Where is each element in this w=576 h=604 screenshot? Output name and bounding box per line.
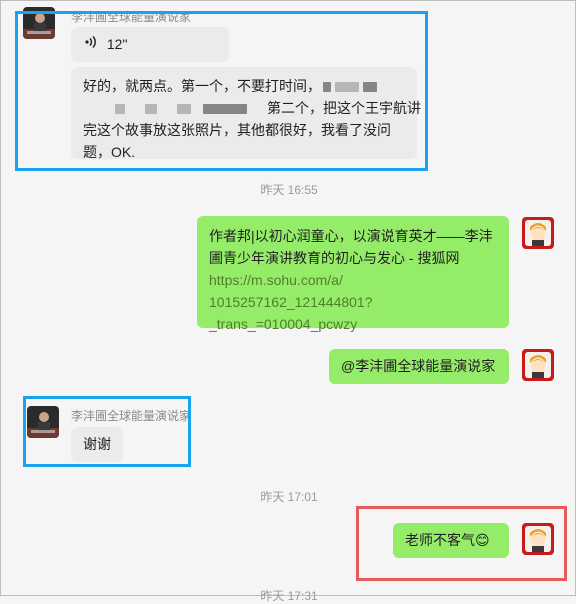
transcript-line-4: 题，OK. [83, 144, 136, 160]
mention-bubble[interactable]: @李沣圃全球能量演说家 [329, 349, 509, 384]
link-title-line-2: 圃青少年演讲教育的初心与发心 - 搜狐网 [209, 250, 460, 266]
sender-name: 李沣圃全球能量演说家 [71, 409, 192, 423]
shared-link-bubble[interactable]: 作者邦|以初心润童心，以演说育英才——李沣 圃青少年演讲教育的初心与发心 - 搜… [197, 216, 509, 332]
sender-avatar[interactable] [23, 7, 55, 39]
my-avatar[interactable] [522, 217, 554, 249]
reply-bubble[interactable]: 老师不客气😊 [393, 523, 509, 558]
voice-wave-icon [83, 34, 99, 56]
sender-name: 李沣圃全球能量演说家 [71, 10, 192, 24]
voice-duration: 12" [106, 36, 128, 52]
my-avatar[interactable] [522, 523, 554, 555]
timestamp: 昨天 16:55 [260, 183, 318, 197]
smile-emoji-icon: 😊 [475, 532, 490, 548]
transcript-line-3: 完这个故事放这张照片，其他都很好，我看了没问 [83, 122, 391, 138]
sender-avatar[interactable] [27, 406, 59, 438]
link-url-line-3[interactable]: _trans_=010004_pcwzy [209, 313, 497, 335]
timestamp: 昨天 17:01 [260, 490, 318, 504]
voice-message-bubble[interactable]: 12" [71, 27, 229, 62]
link-url-line-1[interactable]: https://m.sohu.com/a/ [209, 269, 497, 291]
link-url-line-2[interactable]: 1015257162_121444801? [209, 291, 497, 313]
thanks-bubble[interactable]: 谢谢 [71, 427, 123, 462]
transcript-line-2: 第二个，把这个王宇航讲 [83, 97, 421, 119]
chat-window: 李沣圃全球能量演说家 12" 好的，就两点。第一个，不要打时间， 第二个，把这个… [0, 0, 576, 603]
link-title-line-1: 作者邦|以初心润童心，以演说育英才——李沣 [209, 228, 493, 244]
voice-transcript-bubble[interactable]: 好的，就两点。第一个，不要打时间， 第二个，把这个王宇航讲 完这个故事放这张照片… [71, 67, 421, 160]
my-avatar[interactable] [522, 349, 554, 381]
transcript-line-1: 好的，就两点。第一个，不要打时间， [83, 75, 405, 97]
